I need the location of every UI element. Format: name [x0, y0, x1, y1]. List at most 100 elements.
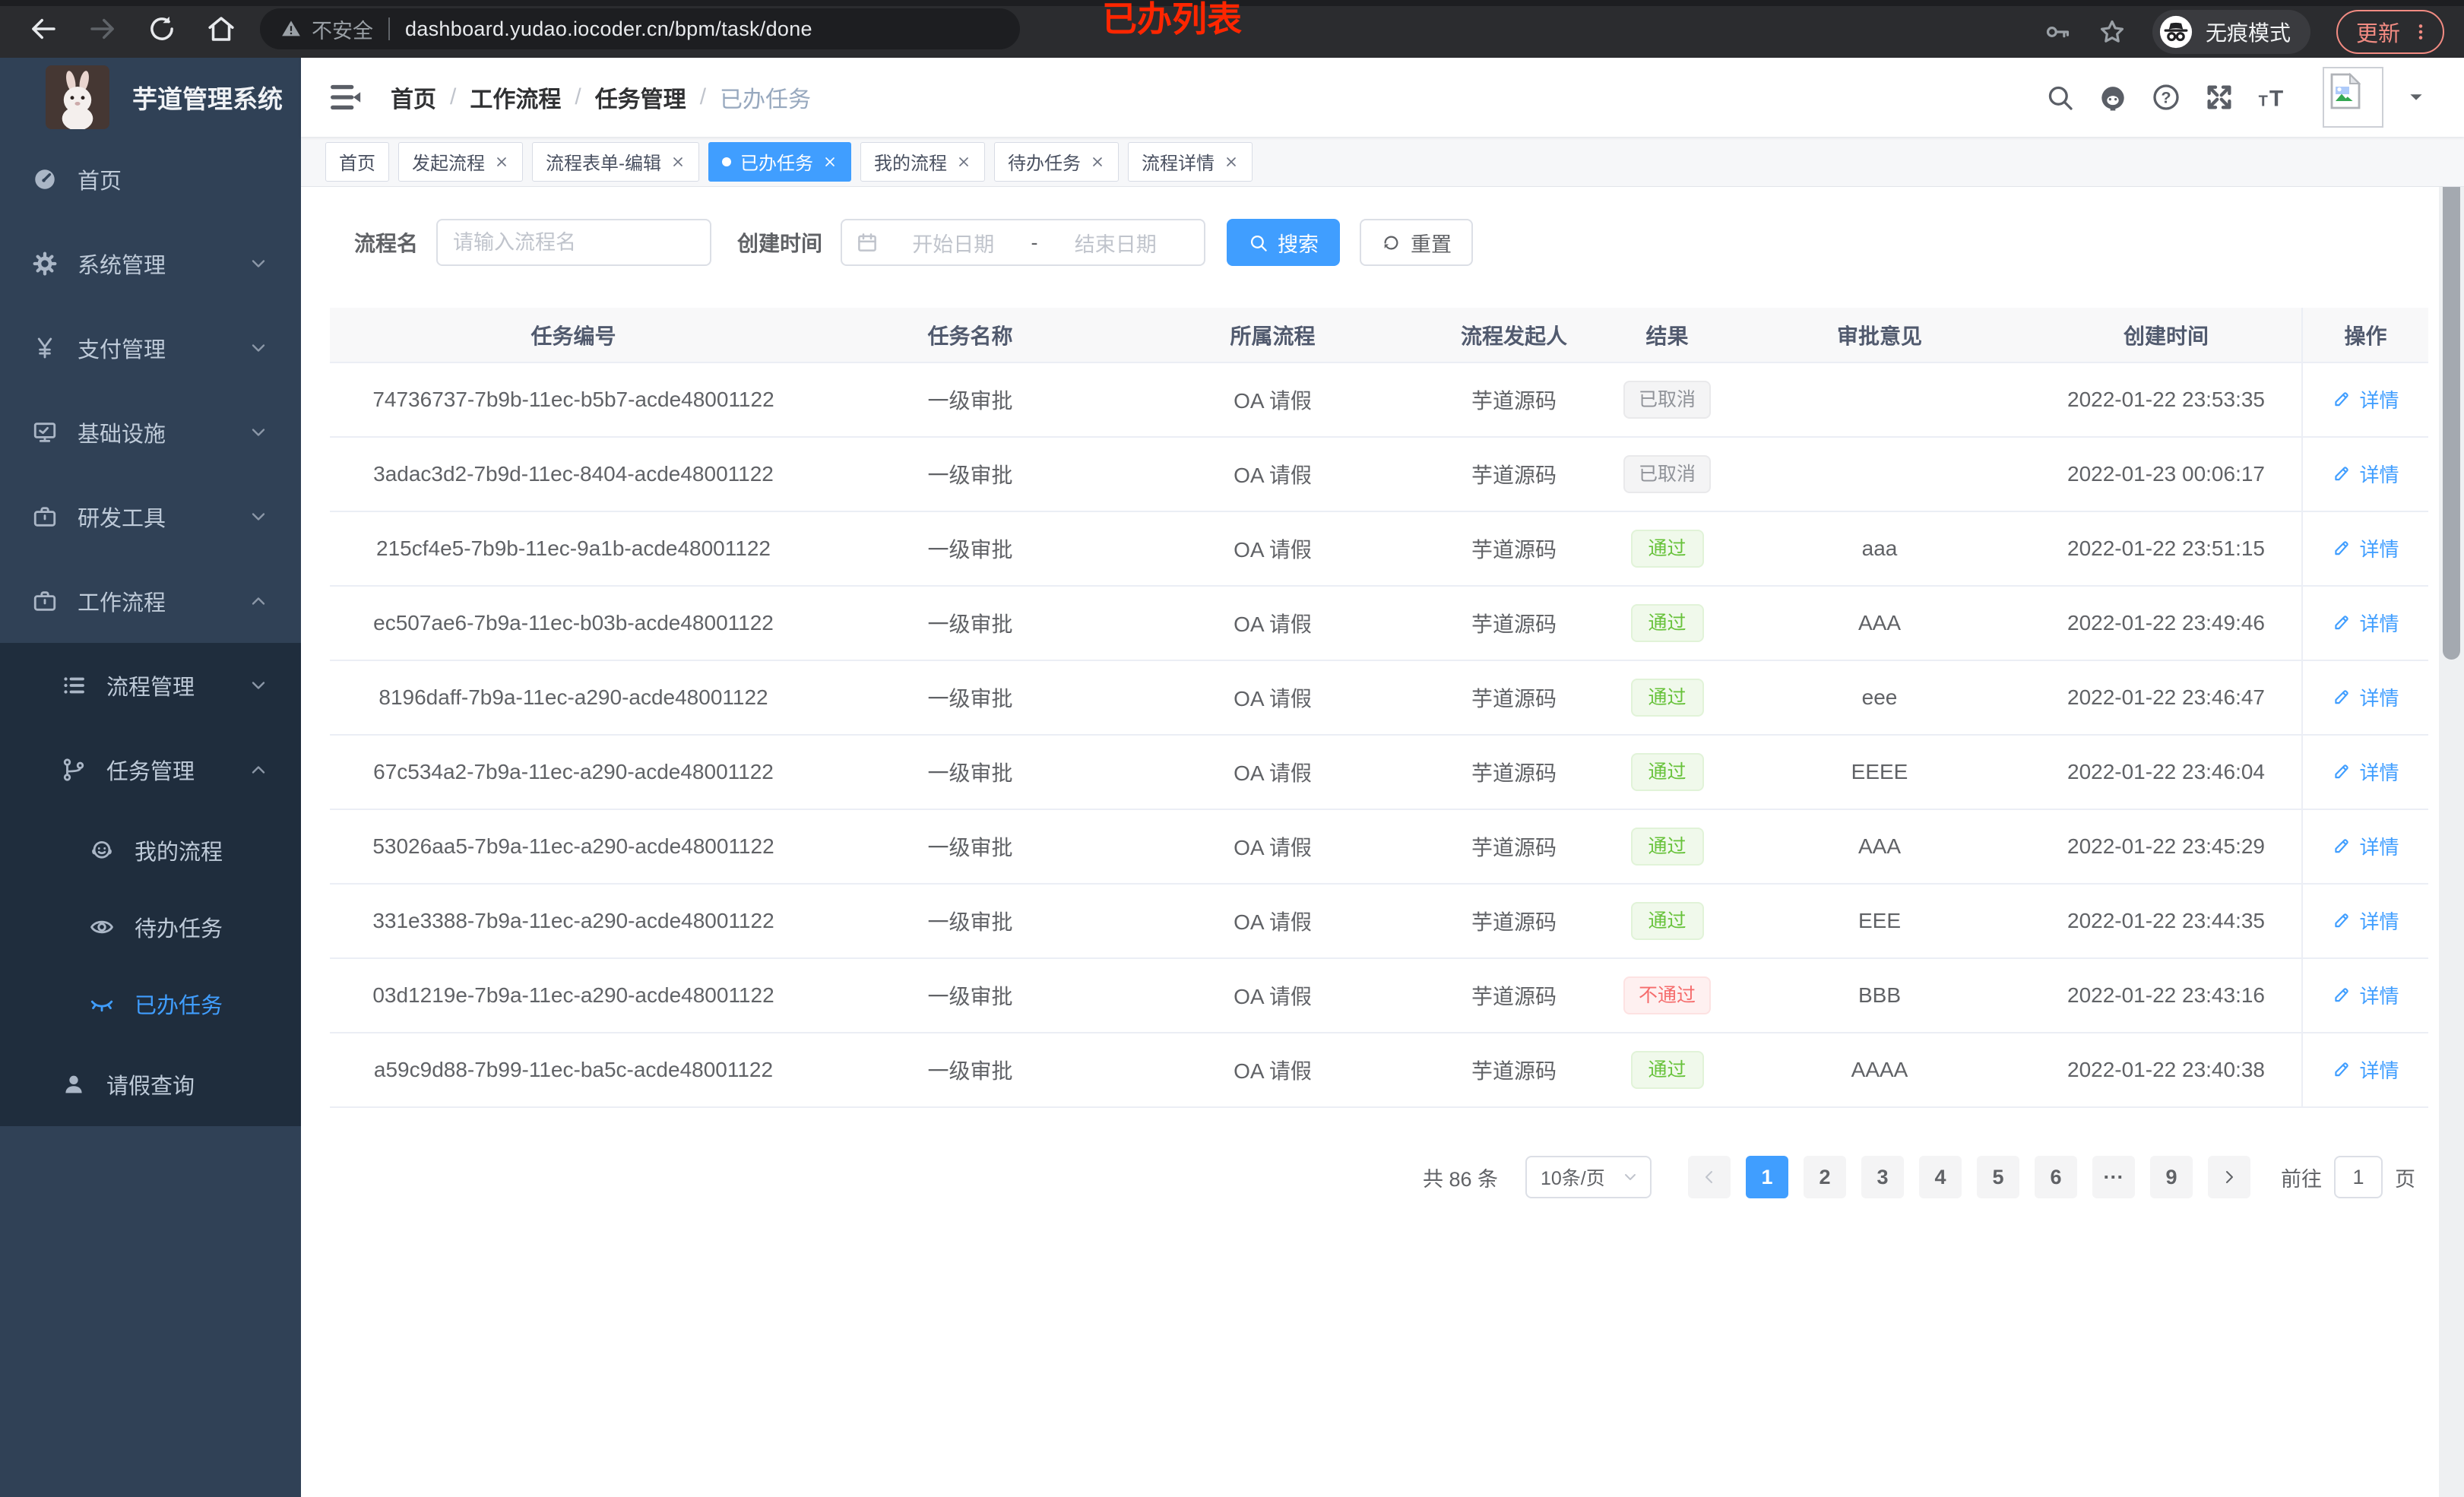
- page-button[interactable]: 1: [1746, 1156, 1788, 1198]
- sidebar-item-devtools[interactable]: 研发工具: [0, 474, 301, 559]
- close-icon[interactable]: [670, 154, 686, 169]
- broken-image-icon: [2327, 71, 2364, 111]
- starter-cell: 芋道源码: [1422, 735, 1606, 810]
- breadcrumb-item[interactable]: 已办任务: [720, 81, 838, 114]
- prev-page-button[interactable]: [1688, 1156, 1731, 1198]
- sidebar-item-todo-tasks[interactable]: 待办任务: [0, 888, 301, 965]
- detail-link[interactable]: 详情: [2332, 758, 2399, 786]
- tab-process-detail[interactable]: 流程详情: [1128, 141, 1253, 182]
- start-date-placeholder[interactable]: 开始日期: [879, 228, 1028, 258]
- briefcase-icon: [32, 588, 58, 614]
- security-label: 不安全: [312, 19, 373, 43]
- page-button[interactable]: ···: [2092, 1156, 2135, 1198]
- sidebar-item-process-mgmt[interactable]: 流程管理: [0, 643, 301, 727]
- github-icon[interactable]: [2098, 82, 2128, 112]
- next-page-button[interactable]: [2208, 1156, 2250, 1198]
- tab-label: 首页: [339, 153, 375, 174]
- detail-link[interactable]: 详情: [2332, 534, 2399, 562]
- chevron-up-icon: [248, 590, 269, 612]
- home-icon[interactable]: [205, 13, 237, 45]
- sidebar-item-task-mgmt[interactable]: 任务管理: [0, 727, 301, 812]
- detail-link[interactable]: 详情: [2332, 907, 2399, 935]
- reload-icon[interactable]: [146, 13, 178, 45]
- sidebar-collapse-icon[interactable]: [328, 80, 363, 115]
- browser-menu-icon[interactable]: [2411, 19, 2431, 45]
- search-icon[interactable]: [2044, 82, 2075, 112]
- sidebar-item-system[interactable]: 系统管理: [0, 221, 301, 305]
- page-button[interactable]: 5: [1977, 1156, 2019, 1198]
- sidebar-item-home[interactable]: 首页: [0, 137, 301, 221]
- reset-button[interactable]: 重置: [1360, 219, 1474, 266]
- update-button[interactable]: 更新: [2336, 10, 2444, 54]
- close-icon[interactable]: [494, 154, 509, 169]
- sidebar-item-infra[interactable]: 基础设施: [0, 390, 301, 474]
- page-button[interactable]: 9: [2150, 1156, 2193, 1198]
- page-size-select[interactable]: 10条/页: [1525, 1156, 1652, 1198]
- annotation-title: 已办列表: [1102, 0, 1242, 39]
- table-row: 53026aa5-7b9a-11ec-a290-acde48001122 一级审…: [330, 809, 2428, 885]
- breadcrumb: 首页 / 工作流程 / 任务管理 / 已办任务: [391, 81, 838, 114]
- date-range-picker[interactable]: 开始日期 - 结束日期: [841, 219, 1206, 266]
- sidebar-item-payment[interactable]: 支付管理: [0, 305, 301, 390]
- time-cell: 2022-01-22 23:43:16: [2031, 958, 2302, 1033]
- page-button[interactable]: 3: [1861, 1156, 1904, 1198]
- process-cell: OA 请假: [1123, 809, 1422, 885]
- detail-link[interactable]: 详情: [2332, 385, 2399, 413]
- fullscreen-icon[interactable]: [2204, 82, 2234, 112]
- result-badge: 通过: [1630, 1051, 1704, 1089]
- tab-todo-tasks[interactable]: 待办任务: [994, 141, 1119, 182]
- font-size-icon[interactable]: [2257, 82, 2288, 112]
- tab-form-edit[interactable]: 流程表单-编辑: [532, 141, 699, 182]
- end-date-placeholder[interactable]: 结束日期: [1041, 228, 1191, 258]
- app-root: 芋道管理系统 首页 系统管理 支付管理 基础设施 研发工具 工作流程 流程管理 …: [0, 58, 2464, 1497]
- tab-my-process[interactable]: 我的流程: [860, 141, 985, 182]
- search-button[interactable]: 搜索: [1227, 219, 1341, 266]
- close-icon[interactable]: [822, 154, 838, 169]
- detail-link[interactable]: 详情: [2332, 832, 2399, 860]
- detail-link[interactable]: 详情: [2332, 1055, 2399, 1084]
- calendar-icon: [856, 231, 879, 254]
- edit-icon: [2332, 985, 2352, 1005]
- breadcrumb-item[interactable]: 首页 /: [391, 81, 470, 114]
- detail-link[interactable]: 详情: [2332, 981, 2399, 1009]
- detail-link[interactable]: 详情: [2332, 460, 2399, 488]
- forward-icon[interactable]: [87, 13, 119, 45]
- sidebar-item-done-tasks[interactable]: 已办任务: [0, 965, 301, 1042]
- detail-link[interactable]: 详情: [2332, 609, 2399, 637]
- avatar[interactable]: [2323, 67, 2383, 128]
- yen-icon: [32, 335, 58, 361]
- close-icon[interactable]: [1224, 154, 1239, 169]
- help-icon[interactable]: [2151, 82, 2181, 112]
- sidebar-item-workflow[interactable]: 工作流程: [0, 559, 301, 643]
- close-icon[interactable]: [956, 154, 971, 169]
- url-bar[interactable]: 不安全 dashboard.yudao.iocoder.cn/bpm/task/…: [260, 8, 1020, 49]
- star-icon[interactable]: [2098, 17, 2127, 46]
- back-icon[interactable]: [27, 13, 59, 45]
- goto-page-input[interactable]: [2334, 1156, 2383, 1198]
- page-scrollbar[interactable]: [2439, 58, 2464, 1497]
- detail-link[interactable]: 详情: [2332, 683, 2399, 711]
- time-cell: 2022-01-22 23:49:46: [2031, 586, 2302, 661]
- close-icon[interactable]: [1090, 154, 1105, 169]
- breadcrumb-item[interactable]: 任务管理 /: [595, 81, 720, 114]
- sidebar-item-leave-query[interactable]: 请假查询: [0, 1042, 301, 1126]
- eye-closed-icon: [89, 991, 115, 1017]
- action-cell: 详情: [2301, 511, 2428, 587]
- tab-start-process[interactable]: 发起流程: [398, 141, 523, 182]
- process-name-input[interactable]: [436, 219, 712, 266]
- avatar-caret-icon[interactable]: [2406, 87, 2426, 107]
- key-icon[interactable]: [2043, 17, 2072, 46]
- breadcrumb-item[interactable]: 工作流程 /: [470, 81, 594, 114]
- logo-row[interactable]: 芋道管理系统: [0, 58, 301, 137]
- table-row: 8196daff-7b9a-11ec-a290-acde48001122 一级审…: [330, 660, 2428, 736]
- tab-home[interactable]: 首页: [325, 141, 389, 182]
- sidebar-item-my-process[interactable]: 我的流程: [0, 812, 301, 888]
- page-button[interactable]: 4: [1919, 1156, 1962, 1198]
- result-badge: 通过: [1630, 902, 1704, 940]
- page-button[interactable]: 2: [1804, 1156, 1846, 1198]
- edit-icon: [2332, 538, 2352, 558]
- tab-done-tasks[interactable]: 已办任务: [708, 141, 851, 182]
- action-cell: 详情: [2301, 958, 2428, 1033]
- column-header: 任务名称: [817, 308, 1123, 363]
- page-button[interactable]: 6: [2035, 1156, 2077, 1198]
